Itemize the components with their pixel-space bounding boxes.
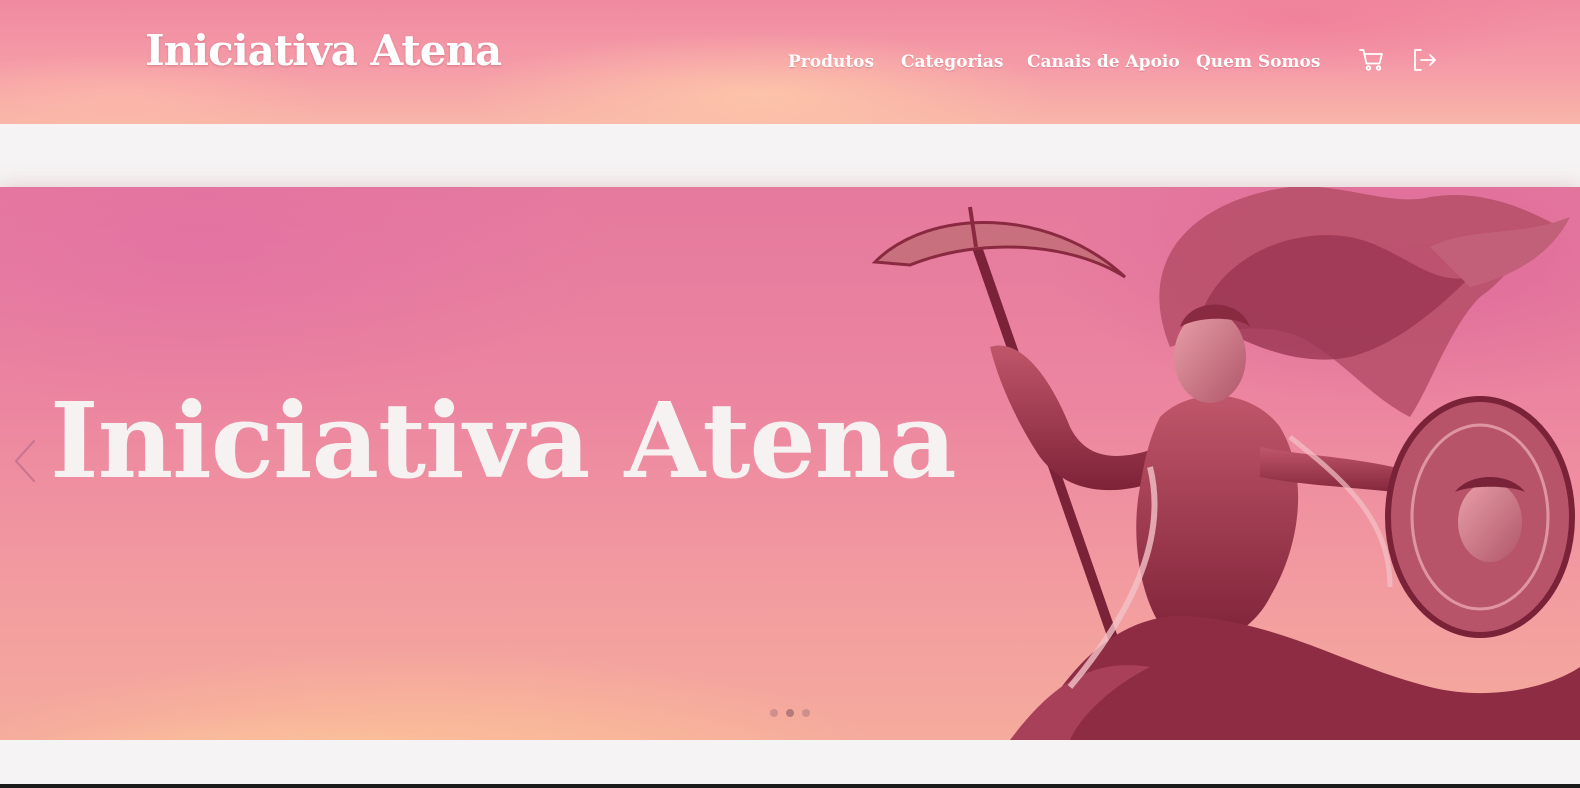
athena-illustration [871, 187, 1580, 740]
cart-button[interactable] [1358, 46, 1386, 74]
logout-button[interactable] [1410, 46, 1438, 74]
carousel-dot-1[interactable] [770, 709, 778, 717]
carousel-prev-button[interactable] [8, 435, 42, 487]
chevron-left-icon [14, 439, 36, 483]
nav-item-produtos[interactable]: Produtos [788, 52, 874, 72]
nav-item-categorias[interactable]: Categorias [901, 52, 1003, 72]
spacer-band [0, 124, 1580, 186]
nav-item-canais-de-apoio[interactable]: Canais de Apoio [1027, 52, 1180, 72]
carousel-indicators [770, 709, 810, 717]
brand-logo-text[interactable]: Iniciativa Atena [145, 26, 502, 75]
carousel-dot-3[interactable] [802, 709, 810, 717]
bottom-band [0, 740, 1580, 788]
logout-icon [1414, 49, 1436, 71]
cart-icon [1359, 49, 1383, 71]
hero-carousel: Iniciativa Atena [0, 187, 1580, 740]
site-header: Iniciativa Atena Produtos Categorias Can… [0, 0, 1580, 124]
nav-item-quem-somos[interactable]: Quem Somos [1196, 52, 1320, 72]
hero-title: Iniciativa Atena [50, 379, 957, 502]
carousel-dot-2[interactable] [786, 709, 794, 717]
